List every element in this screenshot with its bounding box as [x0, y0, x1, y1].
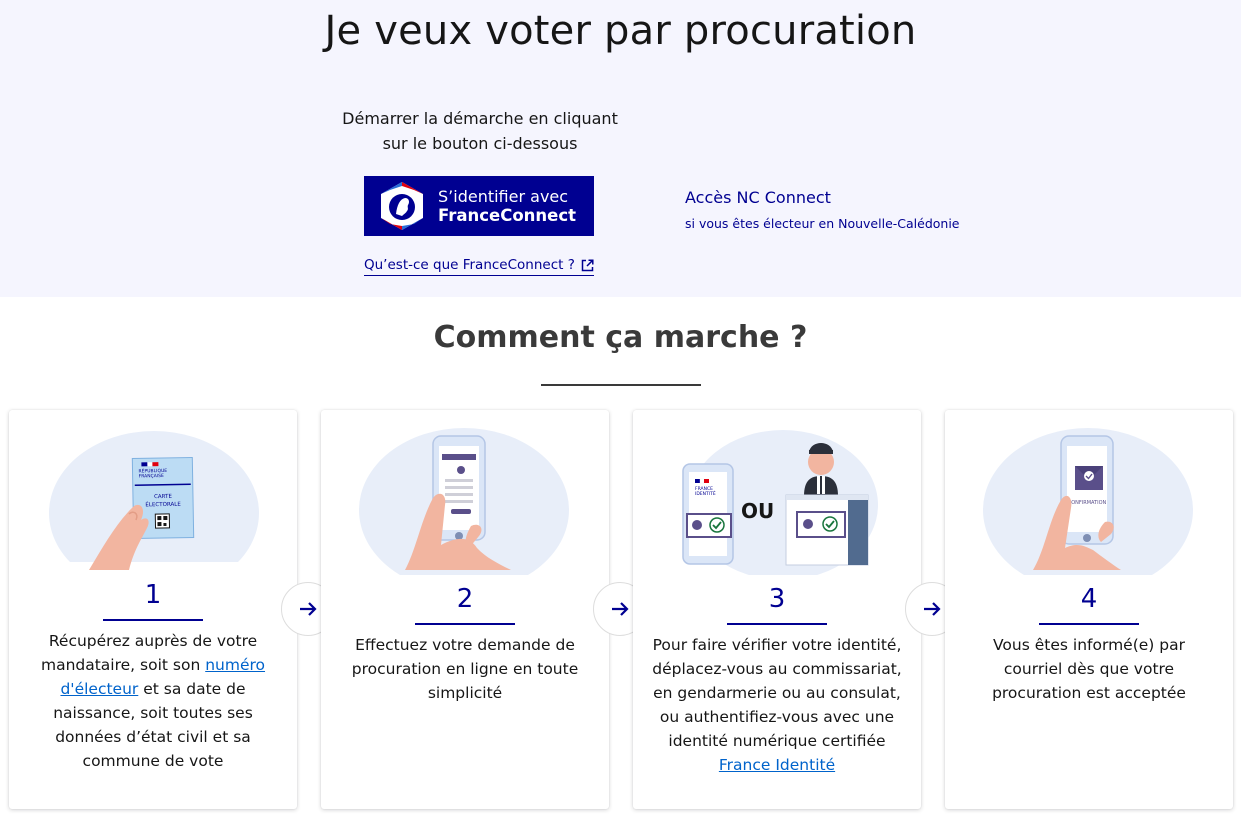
- intro-line-2: sur le bouton ci-dessous: [382, 134, 578, 153]
- confirmation-label: CONFIRMATION: [1068, 500, 1107, 506]
- section-title-divider: [541, 384, 701, 386]
- step-number-underline: [415, 623, 515, 625]
- step-card-4: CONFIRMATION 4 Vous êtes informé(e) par …: [945, 410, 1233, 809]
- nc-connect-subtitle: si vous êtes électeur en Nouvelle-Calédo…: [685, 216, 960, 231]
- step-number-4: 4: [1080, 584, 1098, 614]
- arrow-right-icon: [612, 602, 629, 616]
- phone-form-illustration: [359, 428, 569, 575]
- franceconnect-label-line1: S’identifier avec: [438, 187, 569, 206]
- france-identite-link[interactable]: France Identité: [719, 756, 835, 774]
- external-link-icon: [581, 258, 594, 271]
- page-title: Je veux voter par procuration: [324, 8, 917, 54]
- step-description-3: Pour faire vérifier votre identité, dépl…: [651, 633, 903, 777]
- step-description-4: Vous êtes informé(e) par courriel dès qu…: [992, 636, 1186, 702]
- step-number-underline: [1039, 623, 1139, 625]
- step-number-1: 1: [144, 580, 162, 610]
- intro-text: Démarrer la démarche en cliquant sur le …: [330, 106, 630, 156]
- identity-verification-illustration: FRANCE IDENTITÉ OU: [682, 430, 878, 575]
- step-description-1: Récupérez auprès de votre mandataire, so…: [27, 629, 279, 773]
- franceconnect-label-line2: FranceConnect: [438, 206, 577, 225]
- step-card-1: RÉPUBLIQUE FRANÇAISE CARTE ÉLECTORALE 1 …: [9, 410, 297, 809]
- arrow-right-icon: [300, 602, 317, 616]
- email-confirmation-illustration: CONFIRMATION: [983, 428, 1193, 575]
- step-number-underline: [103, 619, 203, 621]
- voter-card-illustration: RÉPUBLIQUE FRANÇAISE CARTE ÉLECTORALE: [49, 431, 259, 570]
- step-card-3: FRANCE IDENTITÉ OU 3 Pour faire vérifier…: [633, 410, 921, 809]
- card-text-francaise: FRANÇAISE: [139, 473, 164, 479]
- franceconnect-help-label: Qu’est-ce que FranceConnect ?: [364, 257, 575, 273]
- section-title: Comment ça marche ?: [433, 320, 808, 355]
- step-number-3: 3: [768, 584, 786, 614]
- hero-section: Je veux voter par procuration Démarrer l…: [0, 0, 1241, 297]
- franceconnect-button[interactable]: S’identifier avec FranceConnect: [364, 176, 594, 236]
- step-description-2: Effectuez votre demande de procuration e…: [351, 636, 579, 702]
- step-card-2: 2 Effectuez votre demande de procuration…: [321, 410, 609, 809]
- franceconnect-logo-icon: [381, 182, 423, 230]
- franceconnect-label: S’identifier avec FranceConnect: [438, 187, 576, 225]
- step-number-2: 2: [456, 584, 474, 614]
- card-text-carte: CARTE: [154, 494, 172, 500]
- nc-connect-link[interactable]: Accès NC Connect: [685, 188, 831, 207]
- step-3-text: Pour faire vérifier votre identité, dépl…: [652, 636, 902, 750]
- franceconnect-help-link[interactable]: Qu’est-ce que FranceConnect ?: [364, 257, 594, 276]
- intro-line-1: Démarrer la démarche en cliquant: [342, 109, 618, 128]
- or-label: OU: [741, 499, 774, 523]
- step-number-underline: [727, 623, 827, 625]
- arrow-right-icon: [924, 602, 941, 616]
